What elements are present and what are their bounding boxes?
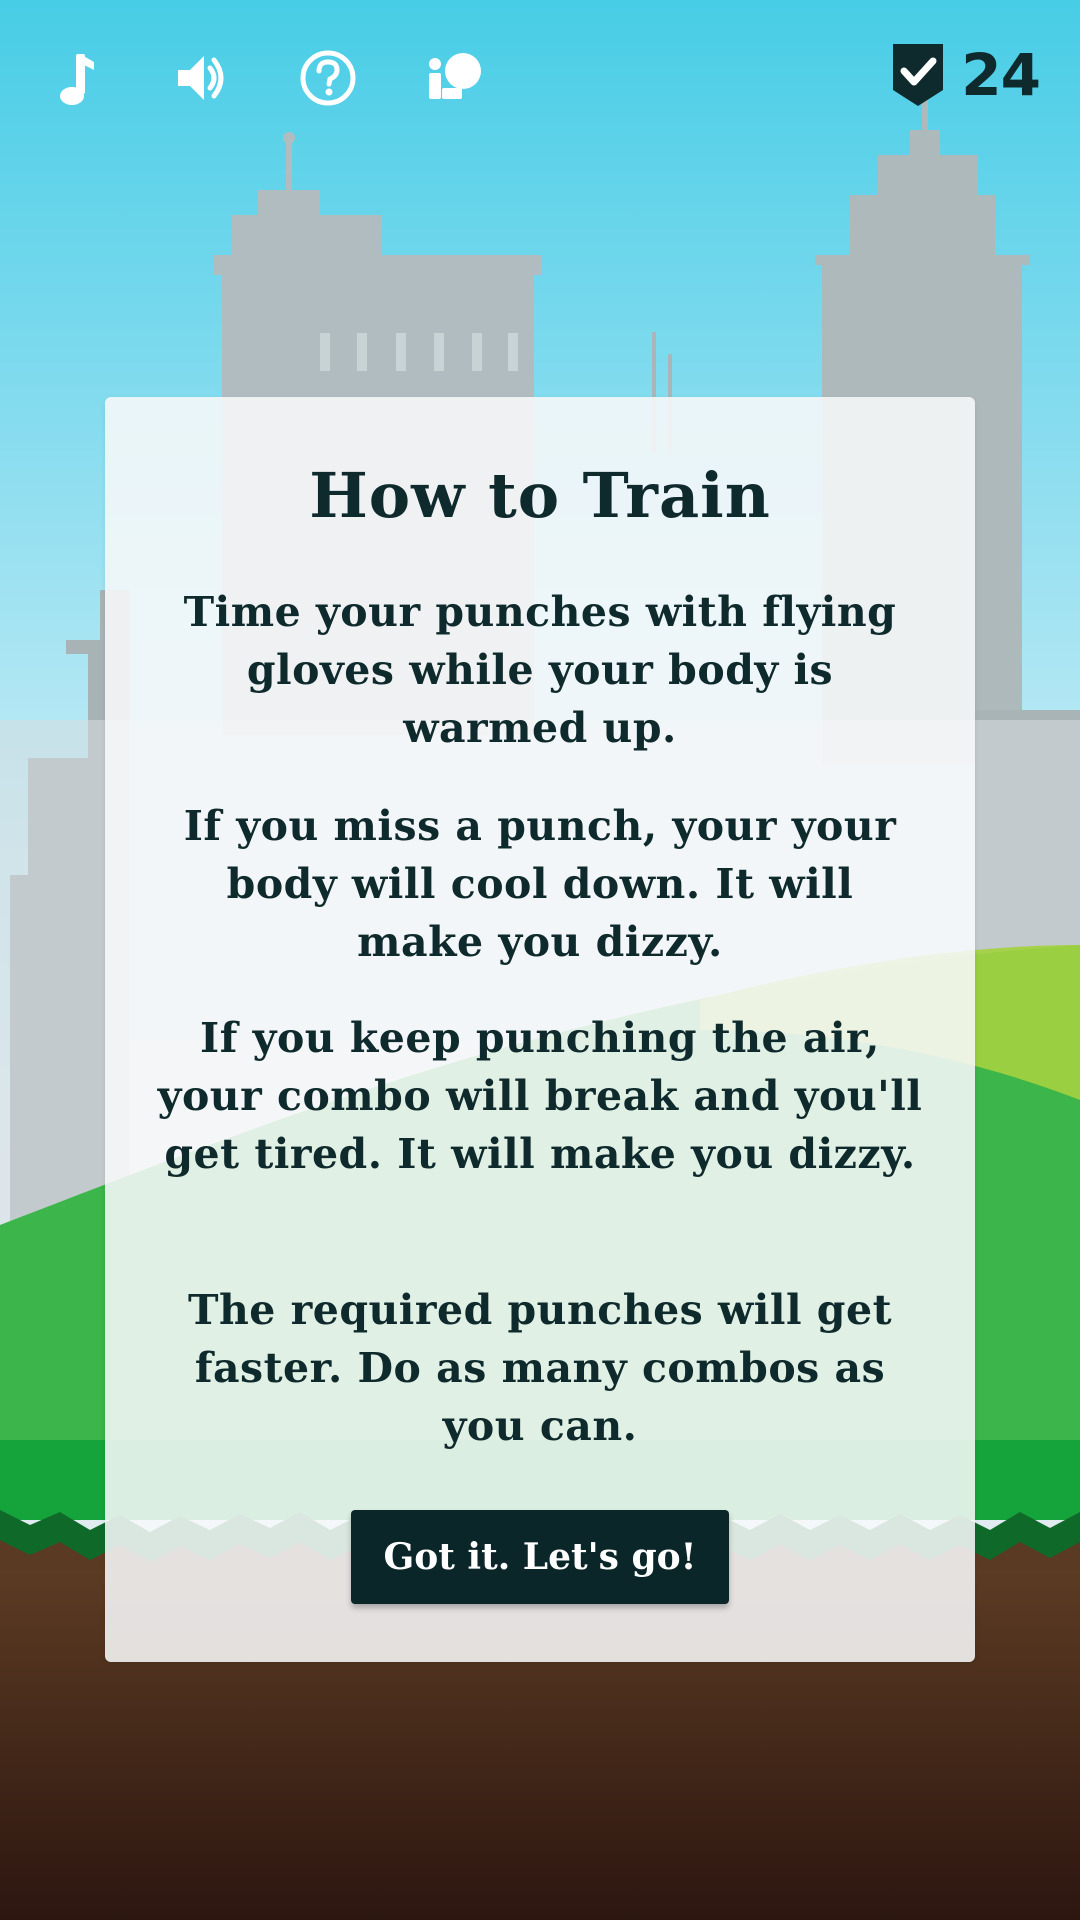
score-display: 24	[889, 40, 1041, 110]
instruction-paragraph: If you keep punching the air, your combo…	[157, 1014, 923, 1178]
dialog-title: How to Train	[309, 459, 771, 532]
how-to-train-dialog: How to Train Time your punches with flyi…	[105, 397, 975, 1662]
speaker-icon[interactable]	[170, 46, 234, 110]
score-value: 24	[961, 41, 1041, 109]
instruction-paragraph: The required punches will get faster. Do…	[187, 1286, 893, 1450]
lets-go-button[interactable]: Got it. Let's go!	[351, 1510, 729, 1604]
shield-check-icon	[889, 40, 947, 110]
instruction-paragraph: Time your punches with flying gloves whi…	[183, 588, 897, 752]
music-note-icon[interactable]	[44, 46, 108, 110]
help-icon[interactable]	[296, 46, 360, 110]
instruction-paragraph: If you miss a punch, your your body will…	[183, 802, 897, 966]
training-icon[interactable]	[422, 46, 486, 110]
